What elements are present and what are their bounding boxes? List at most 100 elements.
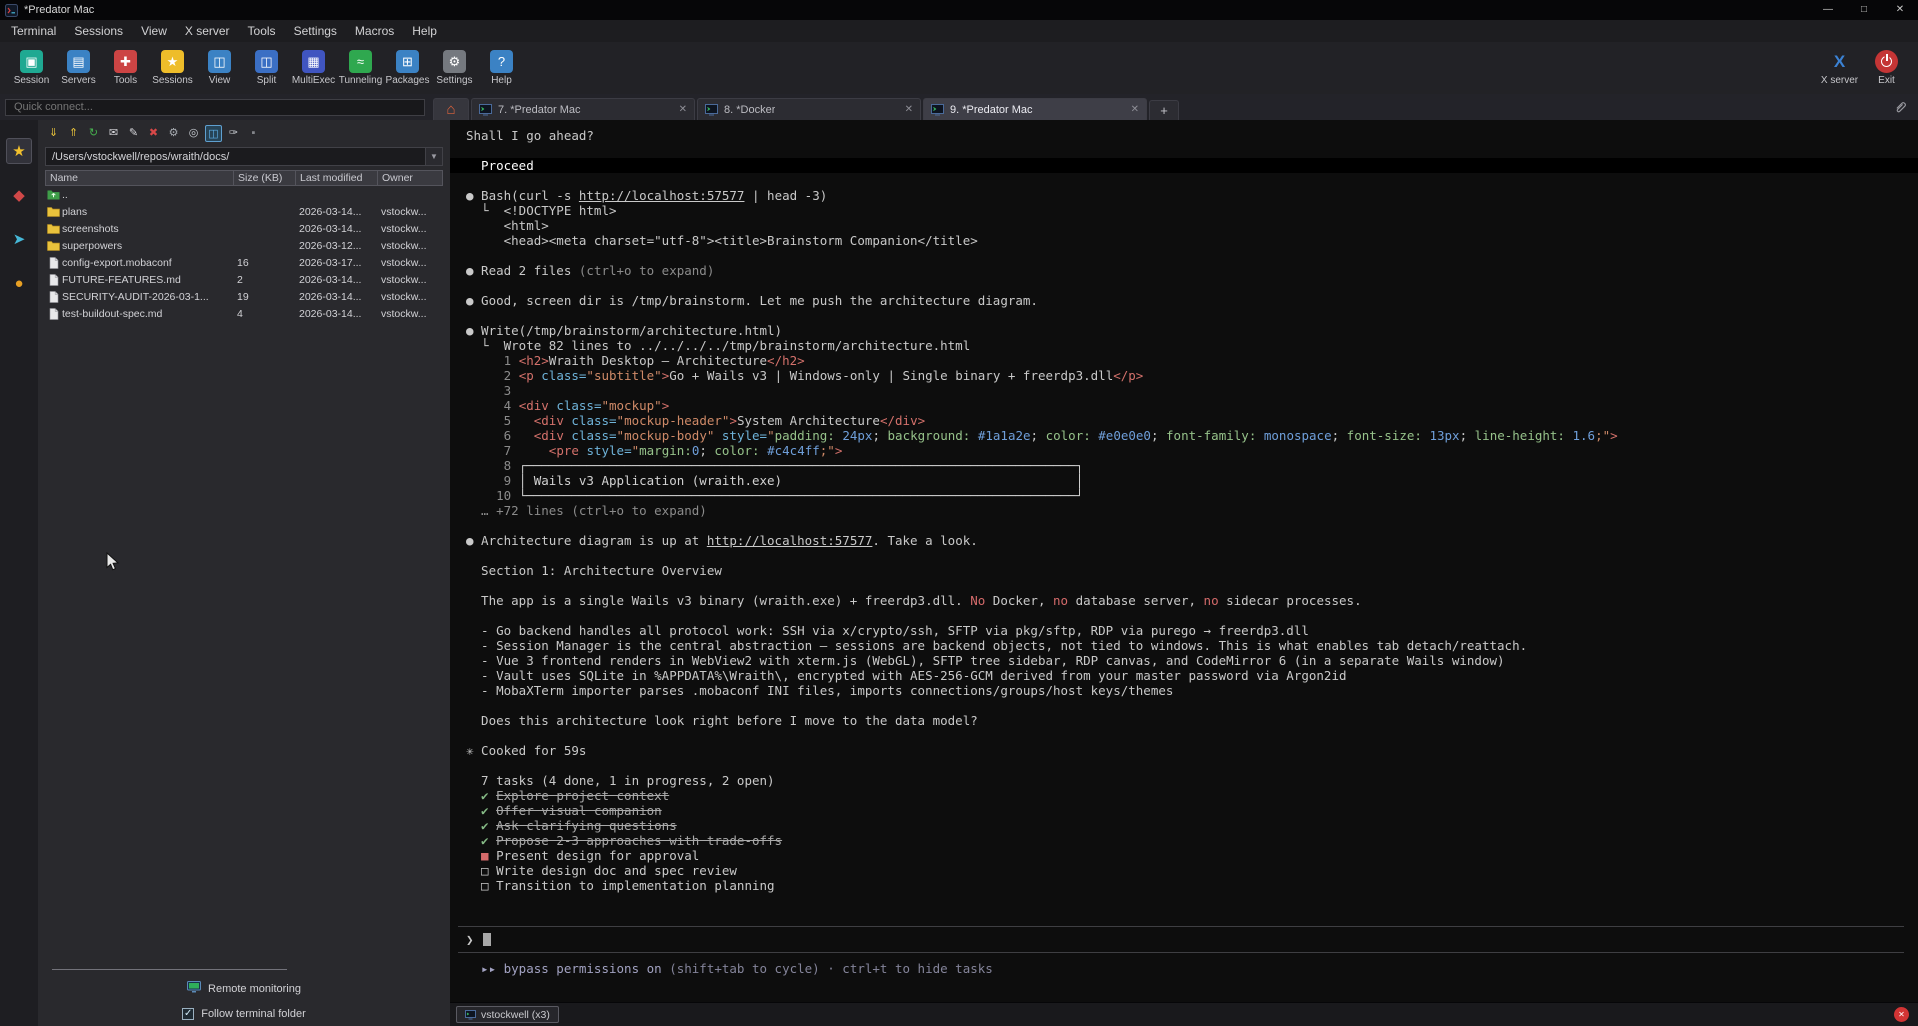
file-row[interactable]: screenshots2026-03-14...vstockw... bbox=[45, 220, 443, 237]
menu-view[interactable]: View bbox=[132, 21, 176, 41]
terminal-line: 2 <p class="subtitle">Go + Wails v3 | Wi… bbox=[450, 368, 1918, 383]
menu-macros[interactable]: Macros bbox=[346, 21, 403, 41]
close-button[interactable]: ✕ bbox=[1882, 0, 1918, 20]
toolbar-x-server-button[interactable]: XX server bbox=[1816, 50, 1863, 86]
pin-icon[interactable]: ✑ bbox=[225, 125, 242, 142]
file-row[interactable]: .. bbox=[45, 186, 443, 203]
column-header-name[interactable]: Name bbox=[46, 171, 234, 185]
close-tab-icon[interactable]: ✕ bbox=[905, 104, 913, 115]
path-dropdown-button[interactable]: ▼ bbox=[425, 148, 442, 165]
toolbar-packages-button[interactable]: ⊞Packages bbox=[384, 50, 431, 86]
terminal-line bbox=[450, 758, 1918, 773]
toolbar-servers-button[interactable]: ▤Servers bbox=[55, 50, 102, 86]
terminal-line: └ Wrote 82 lines to ../../../../tmp/brai… bbox=[450, 338, 1918, 353]
toolbar-tools-button[interactable]: ✚Tools bbox=[102, 50, 149, 86]
file-modified: 2026-03-14... bbox=[295, 274, 377, 286]
paperclip-icon[interactable] bbox=[1893, 100, 1908, 115]
remote-monitoring-button[interactable]: Remote monitoring bbox=[38, 981, 450, 996]
file-row[interactable]: FUTURE-FEATURES.md22026-03-14...vstockw.… bbox=[45, 271, 443, 288]
column-header-last-modified[interactable]: Last modified bbox=[296, 171, 378, 185]
file-owner: vstockw... bbox=[377, 223, 443, 235]
tab-9-predator-mac[interactable]: 9. *Predator Mac✕ bbox=[923, 98, 1147, 120]
menu-x-server[interactable]: X server bbox=[176, 21, 239, 41]
file-name: superpowers bbox=[62, 240, 233, 252]
terminal-line: Proceed bbox=[450, 158, 1918, 173]
sidebar-macros-tab[interactable]: ◆ bbox=[6, 182, 32, 208]
tools-icon: ● bbox=[14, 275, 23, 292]
close-terminal-button[interactable]: ✕ bbox=[1894, 1007, 1909, 1022]
file-row[interactable]: superpowers2026-03-12...vstockw... bbox=[45, 237, 443, 254]
sidebar-footer: Remote monitoring ✓ Follow terminal fold… bbox=[38, 969, 450, 1026]
column-header-size-kb[interactable]: Size (KB) bbox=[234, 171, 296, 185]
prompt-symbol: ❯ bbox=[466, 932, 474, 947]
terminal-input-box[interactable]: ❯ bbox=[458, 926, 1904, 953]
sidebar-sftp-tab[interactable]: ➤ bbox=[6, 226, 32, 252]
refresh-icon[interactable]: ↻ bbox=[85, 125, 102, 142]
maximize-button[interactable]: □ bbox=[1846, 0, 1882, 20]
menu-terminal[interactable]: Terminal bbox=[2, 21, 65, 41]
search-icon[interactable]: ◎ bbox=[185, 125, 202, 142]
close-tab-icon[interactable]: ✕ bbox=[1131, 104, 1139, 115]
file-row[interactable]: config-export.mobaconf162026-03-17...vst… bbox=[45, 254, 443, 271]
minimize-button[interactable]: — bbox=[1810, 0, 1846, 20]
macros-icon: ◆ bbox=[13, 186, 25, 204]
file-row[interactable]: test-buildout-spec.md42026-03-14...vstoc… bbox=[45, 305, 443, 322]
tab-7-predator-mac[interactable]: 7. *Predator Mac✕ bbox=[471, 98, 695, 120]
menu-tools[interactable]: Tools bbox=[239, 21, 285, 41]
terminal-line: ✔ Offer visual companion bbox=[450, 803, 1918, 818]
edit-icon[interactable]: ✎ bbox=[125, 125, 142, 142]
file-owner: vstockw... bbox=[377, 257, 443, 269]
delete-icon[interactable]: ✖ bbox=[145, 125, 162, 142]
toolbar-session-button[interactable]: ▣Session bbox=[8, 50, 55, 86]
sidebar-tools-tab[interactable]: ● bbox=[6, 270, 32, 296]
toolbar: ▣Session▤Servers✚Tools★Sessions◫View◫Spl… bbox=[0, 42, 1918, 94]
file-row[interactable]: SECURITY-AUDIT-2026-03-1...192026-03-14.… bbox=[45, 288, 443, 305]
tunneling-icon: ≈ bbox=[349, 50, 372, 73]
file-modified: 2026-03-14... bbox=[295, 308, 377, 320]
settings-icon[interactable]: ⚙ bbox=[165, 125, 182, 142]
terminal-line: ● Write(/tmp/brainstorm/architecture.htm… bbox=[450, 323, 1918, 338]
toolbar-help-button[interactable]: ?Help bbox=[478, 50, 525, 86]
split-view-icon[interactable]: ◫ bbox=[205, 125, 222, 142]
file-row[interactable]: plans2026-03-14...vstockw... bbox=[45, 203, 443, 220]
tab-8-docker[interactable]: 8. *Docker✕ bbox=[697, 98, 921, 120]
toolbar-settings-button[interactable]: ⚙Settings bbox=[431, 50, 478, 86]
toolbar-tunneling-button[interactable]: ≈Tunneling bbox=[337, 50, 384, 86]
terminal-line bbox=[450, 698, 1918, 713]
terminal-line bbox=[450, 518, 1918, 533]
window-controls: — □ ✕ bbox=[1810, 0, 1918, 20]
sidebar-sessions-tab[interactable]: ★ bbox=[6, 138, 32, 164]
terminal-line: 10 └────────────────────────────────────… bbox=[450, 488, 1918, 503]
column-header-owner[interactable]: Owner bbox=[378, 171, 442, 185]
session-tab[interactable]: vstockwell (x3) bbox=[456, 1006, 559, 1023]
new-tab-button[interactable]: + bbox=[1149, 100, 1179, 120]
toolbar-view-button[interactable]: ◫View bbox=[196, 50, 243, 86]
folder-upload-icon[interactable]: ⇑ bbox=[65, 125, 82, 142]
terminal-line: ✔ Propose 2-3 approaches with trade-offs bbox=[450, 833, 1918, 848]
menu-help[interactable]: Help bbox=[403, 21, 446, 41]
follow-terminal-folder-checkbox[interactable]: ✓ bbox=[182, 1008, 194, 1020]
toolbar-multiexec-button[interactable]: ▦MultiExec bbox=[290, 50, 337, 86]
file-icon bbox=[45, 308, 62, 320]
terminal[interactable]: Shall I go ahead? Proceed ● Bash(curl -s… bbox=[450, 120, 1918, 1002]
file-modified: 2026-03-12... bbox=[295, 240, 377, 252]
quick-connect-input[interactable] bbox=[5, 99, 425, 116]
toolbar-sessions-button[interactable]: ★Sessions bbox=[149, 50, 196, 86]
sessions-icon: ★ bbox=[12, 142, 25, 160]
snapshot-icon[interactable]: ▪ bbox=[245, 125, 262, 142]
terminal-line: Does this architecture look right before… bbox=[450, 713, 1918, 728]
terminal-line bbox=[450, 728, 1918, 743]
terminal-line bbox=[450, 173, 1918, 188]
file-owner: vstockw... bbox=[377, 274, 443, 286]
path-input[interactable] bbox=[46, 151, 425, 163]
toolbar-exit-button[interactable]: Exit bbox=[1863, 50, 1910, 86]
mail-icon[interactable]: ✉ bbox=[105, 125, 122, 142]
menu-sessions[interactable]: Sessions bbox=[65, 21, 132, 41]
menu-settings[interactable]: Settings bbox=[285, 21, 346, 41]
follow-terminal-folder-option[interactable]: ✓ Follow terminal folder bbox=[38, 1008, 450, 1020]
toolbar-split-button[interactable]: ◫Split bbox=[243, 50, 290, 86]
close-tab-icon[interactable]: ✕ bbox=[679, 104, 687, 115]
file-table: NameSize (KB)Last modifiedOwner ..plans2… bbox=[45, 170, 443, 322]
folder-download-icon[interactable]: ⇓ bbox=[45, 125, 62, 142]
tab-home[interactable]: ⌂ bbox=[433, 98, 469, 120]
